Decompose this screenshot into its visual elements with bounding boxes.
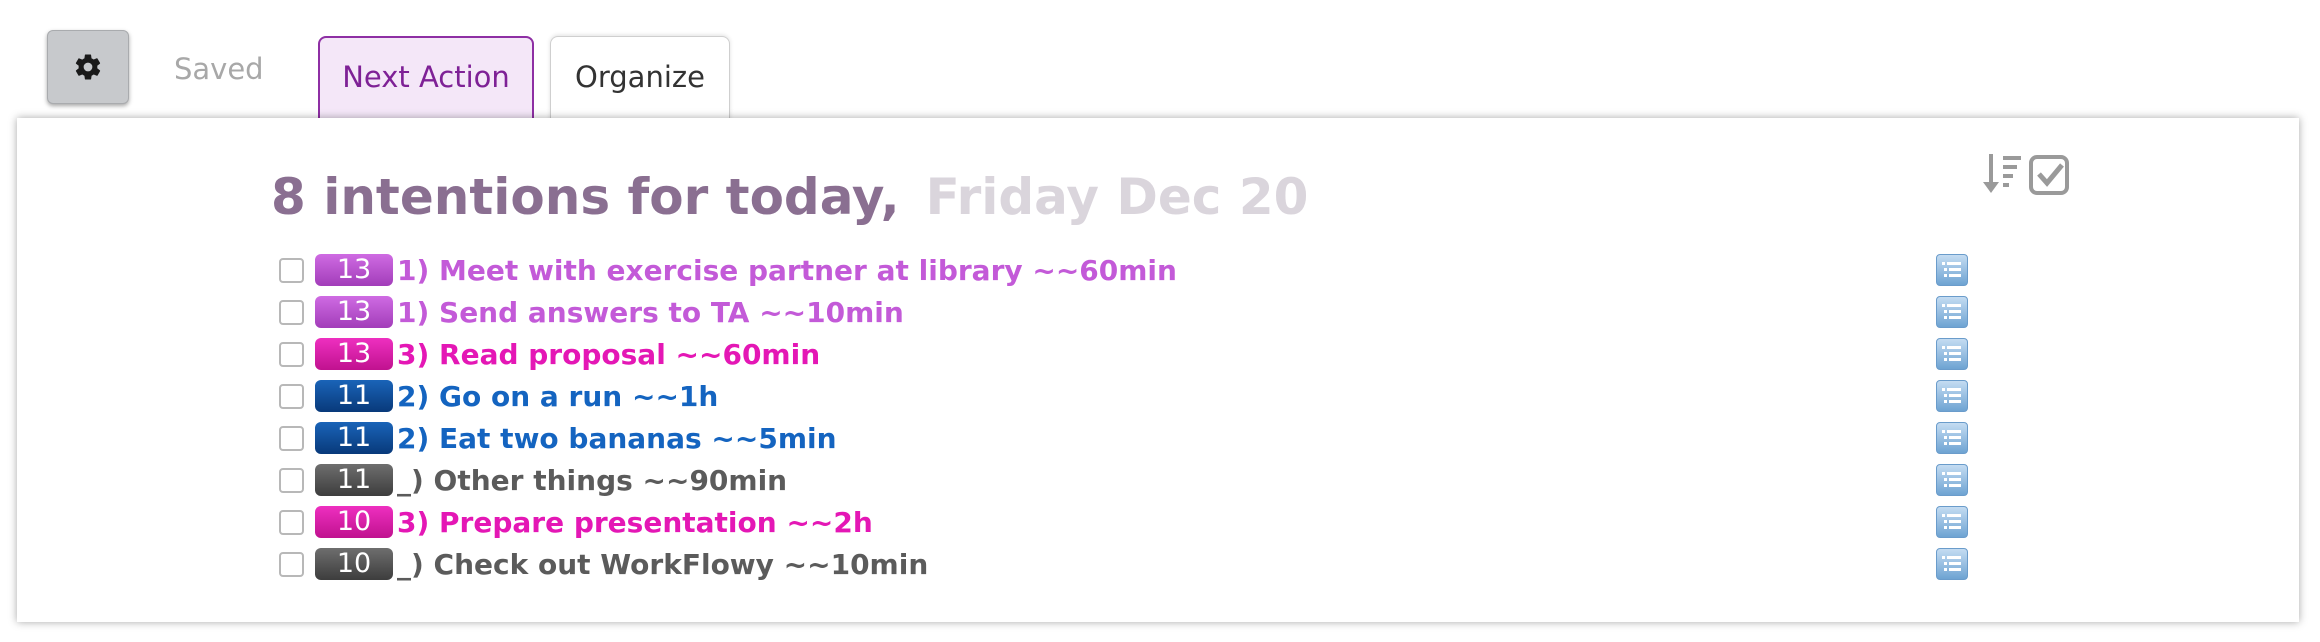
tab-next-action[interactable]: Next Action <box>318 36 534 122</box>
item-checkbox[interactable] <box>279 257 304 283</box>
item-text[interactable]: 2) Go on a run ~~1h <box>397 380 718 413</box>
item-text[interactable]: 1) Meet with exercise partner at library… <box>397 254 1177 287</box>
score-badge: 13 <box>315 254 393 286</box>
notes-button[interactable] <box>1936 338 1968 370</box>
score-badge: 11 <box>315 380 393 412</box>
sort-icon <box>1983 154 2021 193</box>
item-text[interactable]: 1) Send answers to TA ~~10min <box>397 296 904 329</box>
list-details-icon <box>1942 262 1961 277</box>
list-details-icon <box>1942 556 1961 571</box>
list-details-icon <box>1942 388 1961 403</box>
check-all-button[interactable] <box>2028 152 2072 200</box>
item-checkbox[interactable] <box>279 299 304 325</box>
notes-button[interactable] <box>1936 422 1968 454</box>
score-badge: 13 <box>315 296 393 328</box>
list-item: 11 2) Eat two bananas ~~5min <box>279 417 1979 459</box>
notes-button[interactable] <box>1936 548 1968 580</box>
item-text[interactable]: _) Other things ~~90min <box>397 464 787 497</box>
intentions-list: 13 1) Meet with exercise partner at libr… <box>279 249 1979 585</box>
save-status: Saved <box>174 52 264 86</box>
list-details-icon <box>1942 472 1961 487</box>
toolbar <box>1982 152 2072 200</box>
notes-button[interactable] <box>1936 380 1968 412</box>
item-text[interactable]: 3) Prepare presentation ~~2h <box>397 506 873 539</box>
page-title: 8 intentions for today, Friday Dec 20 <box>271 168 1308 226</box>
sort-button[interactable] <box>1982 152 2022 200</box>
item-checkbox[interactable] <box>279 467 304 493</box>
list-item: 13 1) Meet with exercise partner at libr… <box>279 249 1979 291</box>
list-details-icon <box>1942 514 1961 529</box>
list-item: 11 2) Go on a run ~~1h <box>279 375 1979 417</box>
notes-button[interactable] <box>1936 464 1968 496</box>
item-checkbox[interactable] <box>279 425 304 451</box>
notes-button[interactable] <box>1936 506 1968 538</box>
notes-button[interactable] <box>1936 296 1968 328</box>
list-item: 10 _) Check out WorkFlowy ~~10min <box>279 543 1979 585</box>
item-text[interactable]: _) Check out WorkFlowy ~~10min <box>397 548 928 581</box>
tab-organize[interactable]: Organize <box>550 36 730 122</box>
gear-icon <box>75 54 101 80</box>
list-details-icon <box>1942 430 1961 445</box>
score-badge: 10 <box>315 506 393 538</box>
item-checkbox[interactable] <box>279 383 304 409</box>
list-item: 13 1) Send answers to TA ~~10min <box>279 291 1979 333</box>
list-item: 11 _) Other things ~~90min <box>279 459 1979 501</box>
list-details-icon <box>1942 346 1961 361</box>
notes-button[interactable] <box>1936 254 1968 286</box>
list-item: 13 3) Read proposal ~~60min <box>279 333 1979 375</box>
score-badge: 10 <box>315 548 393 580</box>
score-badge: 11 <box>315 422 393 454</box>
settings-button[interactable] <box>47 30 129 104</box>
list-details-icon <box>1942 304 1961 319</box>
intentions-count: 8 intentions for today, <box>271 168 900 226</box>
today-date: Friday Dec 20 <box>925 168 1309 226</box>
list-item: 10 3) Prepare presentation ~~2h <box>279 501 1979 543</box>
item-text[interactable]: 2) Eat two bananas ~~5min <box>397 422 837 455</box>
item-checkbox[interactable] <box>279 509 304 535</box>
top-bar: Saved Next Action Organize <box>0 0 2320 122</box>
score-badge: 11 <box>315 464 393 496</box>
item-checkbox[interactable] <box>279 341 304 367</box>
check-all-icon <box>2029 155 2069 195</box>
score-badge: 13 <box>315 338 393 370</box>
item-text[interactable]: 3) Read proposal ~~60min <box>397 338 820 371</box>
intentions-panel: 8 intentions for today, Friday Dec 20 13 … <box>17 118 2299 622</box>
item-checkbox[interactable] <box>279 551 304 577</box>
